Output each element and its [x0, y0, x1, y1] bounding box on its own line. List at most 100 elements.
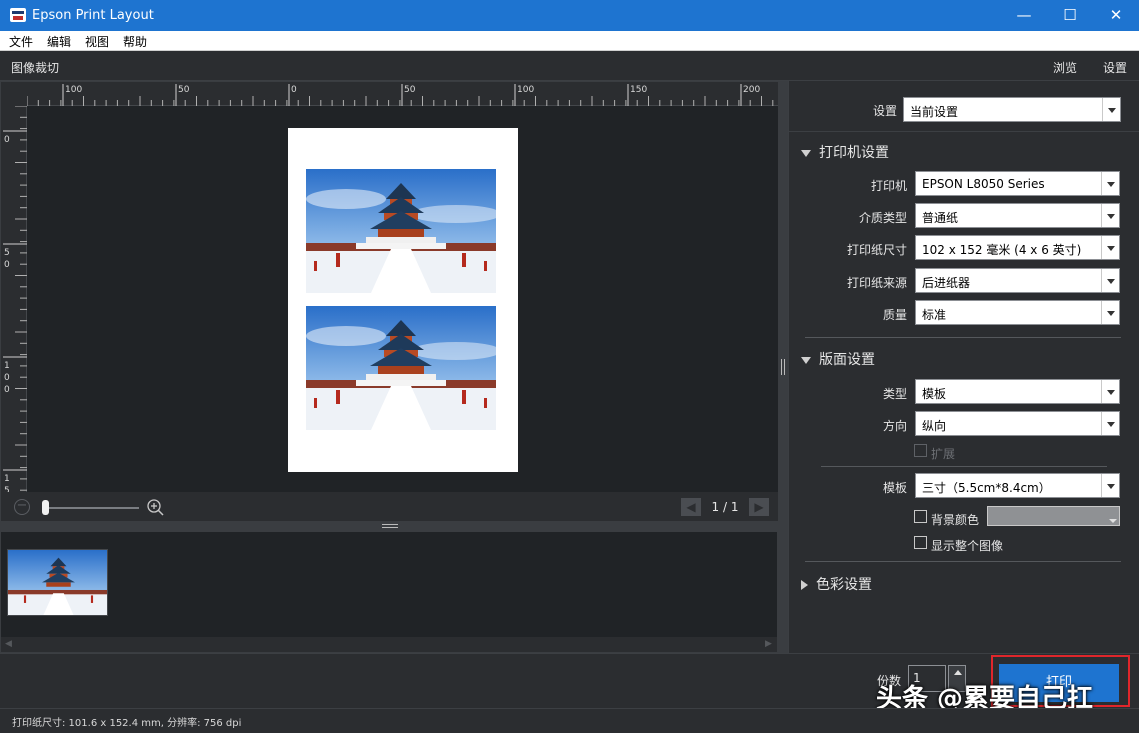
ruler-corner	[1, 82, 27, 106]
browse-button[interactable]: 浏览	[1053, 59, 1077, 76]
next-page-button[interactable]: ▶	[749, 498, 769, 516]
quality-value: 标准	[922, 308, 947, 322]
thumbnail-scrollbar[interactable]: ◀ ▶	[1, 637, 777, 652]
zoom-in-icon[interactable]	[146, 498, 164, 516]
paper-source-label: 打印纸来源	[846, 276, 907, 290]
settings-preset-select[interactable]: 当前设置	[903, 97, 1121, 122]
splitter-grip-icon	[382, 524, 398, 528]
background-color-label: 背景颜色	[931, 513, 980, 527]
printer-select[interactable]: EPSON L8050 Series	[915, 171, 1120, 196]
minimize-button[interactable]: —	[1001, 0, 1047, 31]
layout-type-label: 类型	[882, 387, 907, 401]
chevron-down-icon	[1101, 380, 1119, 403]
collapse-triangle-icon	[801, 149, 811, 157]
ruler-left-label: 0	[4, 385, 10, 395]
thumbnail-strip: ◀ ▶	[0, 531, 778, 653]
show-whole-image-label: 显示整个图像	[931, 539, 1004, 553]
splitter-grip-icon	[781, 359, 785, 375]
template-select[interactable]: 三寸（5.5cm*8.4cm）	[915, 473, 1120, 498]
chevron-down-icon	[1101, 172, 1119, 195]
background-color-picker[interactable]	[987, 506, 1120, 526]
chevron-down-icon	[1102, 98, 1120, 121]
close-button[interactable]: ✕	[1093, 0, 1139, 31]
ruler-top-ticks: 100 50 0 50 100 150 200	[27, 84, 774, 106]
thumbnail-temple[interactable]	[7, 549, 108, 616]
chevron-down-icon	[1101, 412, 1119, 435]
photo-temple-2[interactable]	[306, 306, 496, 430]
ruler-left: 05010015	[1, 106, 27, 495]
temple-photo-image	[306, 306, 496, 430]
divider	[789, 131, 1139, 132]
ruler-top: 100 50 0 50 100 150 200	[27, 82, 779, 106]
paper-size-select[interactable]: 102 x 152 毫米 (4 x 6 英寸)	[915, 235, 1120, 260]
show-whole-image-checkbox[interactable]	[914, 536, 927, 549]
page-indicator: 1 / 1	[711, 500, 739, 514]
toolbar: 图像裁切 浏览 设置	[0, 51, 1139, 81]
paper-source-value: 后进纸器	[922, 276, 971, 290]
ruler-top-label: 50	[178, 85, 190, 95]
printer-settings-title: 打印机设置	[819, 145, 889, 161]
settings-panel: 设置 当前设置 打印机设置 打印机 EPSON L8050 Series 介质类…	[788, 81, 1139, 653]
color-settings-title: 色彩设置	[816, 577, 872, 593]
status-text: 打印纸尺寸: 101.6 x 152.4 mm, 分辨率: 756 dpi	[12, 718, 242, 729]
divider	[805, 337, 1121, 338]
layout-settings-title: 版面设置	[819, 352, 875, 368]
template-label: 模板	[882, 481, 907, 495]
ruler-top-label: 0	[291, 85, 297, 95]
quality-label: 质量	[882, 308, 907, 322]
vertical-splitter[interactable]	[778, 81, 788, 653]
menu-help[interactable]: 帮助	[123, 33, 147, 50]
photo-temple-1[interactable]	[306, 169, 496, 293]
menu-edit[interactable]: 编辑	[47, 33, 71, 50]
orientation-value: 纵向	[922, 419, 947, 433]
preview-area: 100 50 0 50 100 150 200 05010015 − ◀ 1 /…	[0, 81, 780, 522]
window-title: Epson Print Layout	[32, 8, 154, 23]
collapse-triangle-icon	[801, 356, 811, 364]
settings-button[interactable]: 设置	[1103, 59, 1127, 76]
zoom-out-icon[interactable]: −	[14, 499, 30, 515]
chevron-down-icon	[1101, 474, 1119, 497]
scroll-right-icon[interactable]: ▶	[765, 639, 772, 649]
status-bar: 打印纸尺寸: 101.6 x 152.4 mm, 分辨率: 756 dpi	[0, 708, 1139, 733]
maximize-button[interactable]: ☐	[1047, 0, 1093, 31]
chevron-up-icon	[954, 670, 962, 675]
orientation-label: 方向	[882, 419, 907, 433]
scroll-left-icon[interactable]: ◀	[5, 639, 12, 649]
chevron-down-icon	[1101, 236, 1119, 259]
horizontal-splitter[interactable]	[0, 521, 780, 531]
orientation-select[interactable]: 纵向	[915, 411, 1120, 436]
expand-checkbox[interactable]	[914, 444, 927, 457]
paper-size-value: 102 x 152 毫米 (4 x 6 英寸)	[922, 243, 1082, 257]
quality-select[interactable]: 标准	[915, 300, 1120, 325]
paper-source-select[interactable]: 后进纸器	[915, 268, 1120, 293]
media-type-select[interactable]: 普通纸	[915, 203, 1120, 228]
zoom-bar: − ◀ 1 / 1 ▶	[1, 492, 779, 522]
layout-settings-header[interactable]: 版面设置	[801, 349, 875, 369]
ruler-top-label: 100	[517, 85, 534, 95]
printer-label: 打印机	[870, 179, 907, 193]
ruler-left-label: 0	[4, 260, 10, 270]
menu-view[interactable]: 视图	[85, 33, 109, 50]
layout-canvas[interactable]	[27, 106, 779, 495]
ruler-top-label: 150	[630, 85, 647, 95]
layout-type-select[interactable]: 模板	[915, 379, 1120, 404]
menu-file[interactable]: 文件	[9, 33, 33, 50]
zoom-slider-track[interactable]	[43, 507, 139, 509]
ruler-top-label: 50	[404, 85, 416, 95]
ruler-left-label: 1	[4, 474, 10, 484]
expand-triangle-icon	[801, 580, 808, 590]
color-settings-header[interactable]: 色彩设置	[801, 574, 872, 594]
ruler-left-label: 1	[4, 361, 10, 371]
expand-label: 扩展	[931, 447, 956, 461]
chevron-down-icon	[1101, 269, 1119, 292]
zoom-slider-thumb[interactable]	[41, 500, 49, 515]
printer-settings-header[interactable]: 打印机设置	[801, 142, 889, 162]
background-color-checkbox[interactable]	[914, 510, 927, 523]
layout-type-value: 模板	[922, 387, 947, 401]
prev-page-button[interactable]: ◀	[681, 498, 701, 516]
paper-size-label: 打印纸尺寸	[846, 243, 907, 257]
crop-tool-button[interactable]: 图像裁切	[11, 59, 59, 76]
menu-bar: 文件 编辑 视图 帮助	[0, 31, 1139, 51]
divider	[805, 561, 1121, 562]
media-type-label: 介质类型	[858, 211, 907, 225]
